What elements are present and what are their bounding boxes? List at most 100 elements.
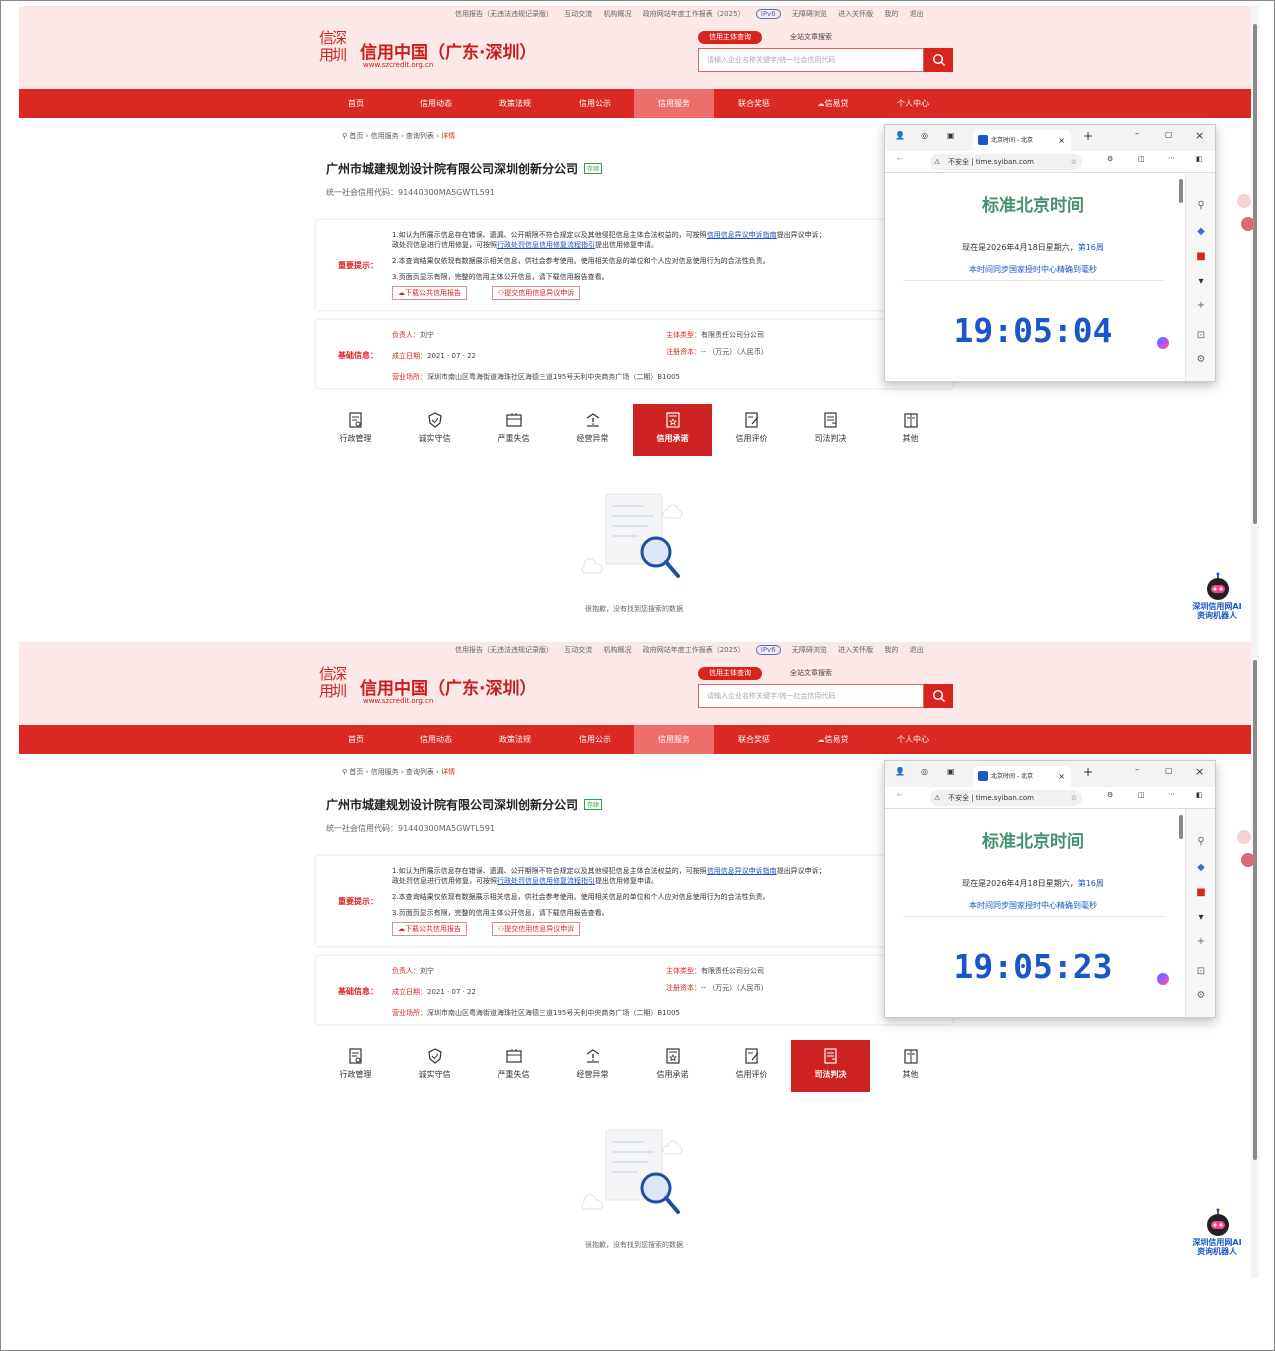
tab-serious-dishonesty[interactable]: 严重失信 <box>474 1040 553 1092</box>
tab-honesty[interactable]: 诚实守信 <box>395 404 474 456</box>
top-link[interactable]: 政府网站年度工作报表（2025） <box>643 646 745 654</box>
tab-serious-dishonesty[interactable]: 严重失信 <box>474 404 553 456</box>
nav-item-rewards[interactable]: 联合奖惩 <box>714 89 794 118</box>
site-logo-mark[interactable]: 信深用圳 <box>319 666 357 704</box>
submit-objection-button[interactable]: ⚇提交信用信息异议申诉 <box>492 286 581 300</box>
tab-judicial-judgment[interactable]: 司法判决 <box>791 1040 870 1092</box>
shopping-icon[interactable]: ■ <box>1194 886 1208 900</box>
back-icon[interactable]: ← <box>897 791 903 799</box>
download-report-button[interactable]: ☁下载公共信用报告 <box>392 922 467 936</box>
screenshot-icon[interactable]: ⊡ <box>1194 965 1208 979</box>
top-link[interactable]: 进入关怀版 <box>838 10 873 18</box>
nav-item-publicity[interactable]: 信用公示 <box>555 725 635 754</box>
nav-item-policy[interactable]: 政策法规 <box>475 89 555 118</box>
breadcrumb-list[interactable]: 查询列表 <box>406 132 434 140</box>
top-link-ipv6[interactable]: IPv6 <box>755 645 781 655</box>
float-widget-icon[interactable] <box>1237 194 1251 208</box>
minimize-icon[interactable]: – <box>1135 765 1139 774</box>
nav-item-news[interactable]: 信用动态 <box>396 725 476 754</box>
split-screen-icon[interactable]: ◫ <box>1138 155 1145 163</box>
window-close-icon[interactable]: × <box>1195 129 1204 142</box>
float-accessibility-icon[interactable] <box>1241 853 1255 867</box>
search-tab-articles[interactable]: 全站文章搜索 <box>779 31 843 44</box>
more-menu-icon[interactable]: ⋯ <box>1168 790 1175 798</box>
breadcrumb-home[interactable]: 首页 <box>349 768 363 776</box>
workspace-icon[interactable]: ◎ <box>921 767 928 776</box>
search-icon[interactable]: ⚲ <box>1194 199 1208 213</box>
tab-credit-evaluation[interactable]: 信用评价 <box>712 404 791 456</box>
workspace-icon[interactable]: ◎ <box>921 131 928 140</box>
top-link[interactable]: 我的 <box>884 646 898 654</box>
float-accessibility-icon[interactable] <box>1241 217 1255 231</box>
search-tab-subject[interactable]: 信用主体查询 <box>698 667 762 680</box>
copilot-icon[interactable] <box>1157 973 1169 985</box>
maximize-icon[interactable]: ▢ <box>1165 130 1173 139</box>
new-tab-icon[interactable]: + <box>1083 765 1093 779</box>
dropdown-icon[interactable]: ▾ <box>1194 911 1208 925</box>
search-input[interactable]: 请输入企业名称关键字/统一社会信用代码 <box>698 684 924 708</box>
profile-icon[interactable]: 👤 <box>895 131 905 140</box>
scrollbar-thumb[interactable] <box>1253 660 1257 1160</box>
top-link[interactable]: 进入关怀版 <box>838 646 873 654</box>
top-link[interactable]: 无障碍浏览 <box>792 646 827 654</box>
float-widget-icon[interactable] <box>1237 830 1251 844</box>
screenshot-icon[interactable]: ⊡ <box>1194 329 1208 343</box>
sidebar-toggle-icon[interactable]: ◧ <box>1196 155 1203 163</box>
objection-guide-link[interactable]: 信用信息异议申诉指南 <box>707 231 777 239</box>
top-link[interactable]: 我的 <box>884 10 898 18</box>
site-logo-mark[interactable]: 信深用圳 <box>319 30 357 68</box>
search-icon[interactable]: ⚲ <box>1194 835 1208 849</box>
tag-icon[interactable]: ◆ <box>1194 861 1208 875</box>
maximize-icon[interactable]: ▢ <box>1165 766 1173 775</box>
repair-guide-link[interactable]: 行政处罚信息信用修复流程指引 <box>497 877 595 885</box>
address-input[interactable]: ⚠ 不安全 | time.syiban.com ☆ <box>930 154 1082 170</box>
favorite-icon[interactable]: ☆ <box>1071 790 1077 806</box>
scrollbar-thumb[interactable] <box>1253 24 1257 524</box>
browser-tab[interactable]: 北京时间 - 北京 × <box>973 130 1071 151</box>
add-icon[interactable]: + <box>1194 299 1208 313</box>
nav-item-policy[interactable]: 政策法规 <box>475 725 555 754</box>
new-tab-icon[interactable]: + <box>1083 129 1093 143</box>
extensions-icon[interactable]: ⚙ <box>1107 791 1113 799</box>
tab-other[interactable]: 其他 <box>871 404 950 456</box>
tab-close-icon[interactable]: × <box>1058 766 1065 787</box>
tab-admin-management[interactable]: 行政管理 <box>316 404 395 456</box>
extensions-icon[interactable]: ⚙ <box>1107 155 1113 163</box>
tab-actions-icon[interactable]: ▣ <box>947 767 955 776</box>
tab-other[interactable]: 其他 <box>871 1040 950 1092</box>
sidebar-toggle-icon[interactable]: ◧ <box>1196 791 1203 799</box>
top-link-ipv6[interactable]: IPv6 <box>755 9 781 19</box>
profile-icon[interactable]: 👤 <box>895 767 905 776</box>
search-button[interactable] <box>924 48 953 72</box>
breadcrumb-list[interactable]: 查询列表 <box>406 768 434 776</box>
breadcrumb-home[interactable]: 首页 <box>349 132 363 140</box>
nav-item-home[interactable]: 首页 <box>316 725 396 754</box>
back-icon[interactable]: ← <box>897 155 903 163</box>
top-link[interactable]: 无障碍浏览 <box>792 10 827 18</box>
search-tab-subject[interactable]: 信用主体查询 <box>698 31 762 44</box>
nav-item-user-center[interactable]: 个人中心 <box>873 725 953 754</box>
settings-icon[interactable]: ⚙ <box>1194 353 1208 367</box>
submit-objection-button[interactable]: ⚇提交信用信息异议申诉 <box>492 922 581 936</box>
top-link[interactable]: 退出 <box>910 646 924 654</box>
page-scrollbar[interactable] <box>1251 642 1259 1278</box>
copilot-icon[interactable] <box>1157 337 1169 349</box>
top-link[interactable]: 机构概况 <box>603 10 631 18</box>
window-close-icon[interactable]: × <box>1195 765 1204 778</box>
nav-item-service[interactable]: 信用服务 <box>634 725 714 754</box>
top-link[interactable]: 退出 <box>910 10 924 18</box>
search-tab-articles[interactable]: 全站文章搜索 <box>779 667 843 680</box>
tab-abnormal-operation[interactable]: 经营异常 <box>553 404 632 456</box>
tab-honesty[interactable]: 诚实守信 <box>395 1040 474 1092</box>
tab-abnormal-operation[interactable]: 经营异常 <box>553 1040 632 1092</box>
site-logo-title[interactable]: 信用中国（广东·深圳） <box>360 38 536 63</box>
address-input[interactable]: ⚠ 不安全 | time.syiban.com ☆ <box>930 790 1082 806</box>
breadcrumb-service[interactable]: 信用服务 <box>371 768 399 776</box>
browser-tab[interactable]: 北京时间 - 北京 × <box>973 766 1071 787</box>
ai-robot-widget[interactable]: 深圳信用网AI 资询机器人 <box>1185 1208 1251 1268</box>
split-screen-icon[interactable]: ◫ <box>1138 791 1145 799</box>
top-link[interactable]: 互动交流 <box>564 646 592 654</box>
nav-item-loan[interactable]: ☁信易贷 <box>793 89 873 118</box>
nav-item-loan[interactable]: ☁信易贷 <box>793 725 873 754</box>
add-icon[interactable]: + <box>1194 935 1208 949</box>
